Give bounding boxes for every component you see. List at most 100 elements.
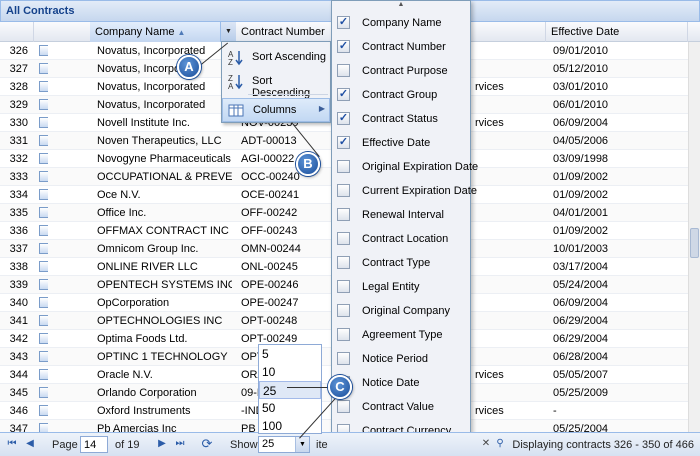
page-size-option[interactable]: 5 — [259, 345, 321, 363]
document-icon[interactable] — [39, 135, 48, 146]
cell-company: Novatus, Incorporated — [97, 81, 206, 93]
grid-vertical-scrollbar[interactable] — [688, 42, 700, 432]
column-toggle-item[interactable]: ✓ Company Name — [332, 11, 470, 35]
document-icon[interactable] — [39, 99, 48, 110]
cell-effective-date: 05/24/2004 — [553, 279, 609, 291]
header-contract-number[interactable]: Contract Number — [236, 22, 332, 42]
cell-contract-group — [470, 348, 548, 366]
column-checkbox[interactable]: ✓ — [337, 40, 350, 53]
document-icon[interactable] — [39, 261, 48, 272]
scrollbar-thumb[interactable] — [690, 228, 699, 258]
document-icon[interactable] — [39, 117, 48, 128]
cell-effective-date: 06/09/2004 — [553, 297, 609, 309]
row-number: 343 — [9, 351, 28, 363]
document-icon[interactable] — [39, 207, 48, 218]
document-icon[interactable] — [39, 225, 48, 236]
header-contract-group[interactable] — [470, 22, 546, 42]
page-size-option[interactable]: 100 — [259, 417, 321, 435]
next-page-icon[interactable]: ▶ — [156, 438, 168, 450]
column-checkbox[interactable]: ✓ — [337, 16, 350, 29]
page-size-option[interactable]: 25 — [259, 381, 321, 399]
column-checkbox[interactable]: ✓ — [337, 136, 350, 149]
page-number-input[interactable] — [80, 436, 108, 453]
column-toggle-item[interactable]: Original Expiration Date — [332, 155, 478, 179]
column-toggle-item[interactable]: Contract Location — [332, 227, 470, 251]
refresh-icon[interactable]: ⟳ — [200, 437, 214, 450]
column-checkbox[interactable] — [337, 208, 350, 221]
sort-ascending-item[interactable]: AZ Sort Ascending — [222, 46, 330, 70]
column-toggle-item[interactable]: Contract Type — [332, 251, 470, 275]
document-icon[interactable] — [39, 369, 48, 380]
cell-contract-group — [470, 222, 548, 240]
column-toggle-item[interactable]: Agreement Type — [332, 323, 470, 347]
column-checkbox[interactable] — [337, 352, 350, 365]
row-number: 334 — [9, 189, 28, 201]
column-checkbox[interactable] — [337, 184, 350, 197]
column-checkbox[interactable] — [337, 280, 350, 293]
header-effective-date[interactable]: Effective Date — [546, 22, 688, 42]
cell-company: Optima Foods Ltd. — [97, 333, 188, 345]
sort-descending-item[interactable]: ZA Sort Descending — [222, 70, 330, 99]
column-toggle-item[interactable]: Current Expiration Date — [332, 179, 477, 203]
document-icon[interactable] — [39, 333, 48, 344]
row-number: 331 — [9, 135, 28, 147]
row-number: 342 — [9, 333, 28, 345]
document-icon[interactable] — [39, 423, 48, 432]
document-icon[interactable] — [39, 279, 48, 290]
chevron-down-icon[interactable]: ▼ — [295, 437, 309, 452]
menu-scroll-up-icon[interactable]: ▲ — [332, 1, 470, 9]
search-icon[interactable]: ⚲ — [494, 438, 506, 450]
column-toggle-item[interactable]: ✓ Contract Group — [332, 83, 470, 107]
header-company-name[interactable]: Company Name ▲ — [90, 22, 236, 42]
row-doc-icon — [34, 366, 48, 384]
first-page-icon[interactable]: ⏮ — [6, 438, 18, 450]
document-icon[interactable] — [39, 405, 48, 416]
document-icon[interactable] — [39, 171, 48, 182]
column-toggle-item[interactable]: Notice Date — [332, 371, 470, 395]
document-icon[interactable] — [39, 351, 48, 362]
column-toggle-item[interactable]: Original Company — [332, 299, 470, 323]
column-toggle-label: Contract Purpose — [362, 65, 448, 77]
document-icon[interactable] — [39, 189, 48, 200]
column-checkbox[interactable] — [337, 256, 350, 269]
page-size-option[interactable]: 10 — [259, 363, 321, 381]
prev-page-icon[interactable]: ◀ — [24, 438, 36, 450]
column-checkbox[interactable] — [337, 400, 350, 413]
column-toggle-item[interactable]: ✓ Contract Status — [332, 107, 470, 131]
document-icon[interactable] — [39, 315, 48, 326]
document-icon[interactable] — [39, 243, 48, 254]
cell-contract-group — [470, 384, 548, 402]
column-checkbox[interactable]: ✓ — [337, 112, 350, 125]
column-checkbox[interactable] — [337, 160, 350, 173]
document-icon[interactable] — [39, 81, 48, 92]
column-checkbox[interactable] — [337, 232, 350, 245]
document-icon[interactable] — [39, 297, 48, 308]
document-icon[interactable] — [39, 45, 48, 56]
column-checkbox[interactable] — [337, 304, 350, 317]
column-toggle-item[interactable]: Renewal Interval — [332, 203, 470, 227]
column-checkbox[interactable]: ✓ — [337, 88, 350, 101]
column-toggle-item[interactable]: ✓ Contract Number — [332, 35, 470, 59]
column-toggle-item[interactable]: Legal Entity — [332, 275, 470, 299]
column-toggle-label: Contract Type — [362, 257, 431, 269]
column-toggle-item[interactable]: Contract Value — [332, 395, 470, 419]
column-toggle-label: Agreement Type — [362, 329, 443, 341]
column-checkbox[interactable] — [337, 64, 350, 77]
clear-search-icon[interactable]: ✕ — [480, 438, 492, 450]
cell-effective-date: 01/09/2002 — [553, 189, 609, 201]
document-icon[interactable] — [39, 63, 48, 74]
column-toggle-item[interactable]: ✓ Effective Date — [332, 131, 470, 155]
last-page-icon[interactable]: ⏭ — [174, 438, 186, 450]
document-icon[interactable] — [39, 387, 48, 398]
cell-company: OpCorporation — [97, 297, 170, 309]
row-number: 336 — [9, 225, 28, 237]
page-size-option[interactable]: 50 — [259, 399, 321, 417]
column-toggle-item[interactable]: Notice Period — [332, 347, 470, 371]
columns-item[interactable]: Columns ▶ — [222, 98, 330, 122]
column-checkbox[interactable] — [337, 328, 350, 341]
page-size-select[interactable]: 25 ▼ — [258, 436, 310, 453]
document-icon[interactable] — [39, 153, 48, 164]
column-toggle-item[interactable]: Contract Purpose — [332, 59, 470, 83]
column-menu-trigger-icon[interactable]: ▼ — [220, 22, 236, 42]
cell-company: Office Inc. — [97, 207, 147, 219]
